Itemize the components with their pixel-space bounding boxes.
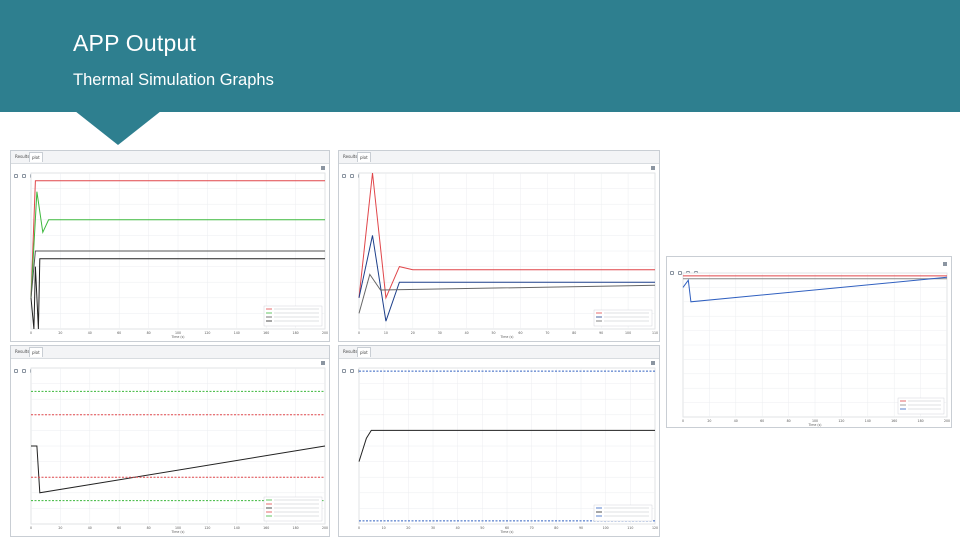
x-tick-label: 140: [234, 526, 240, 530]
chart-panel-bottom-left: Results plot 0 20 40 60 80 100 120 140 160 180 200…: [10, 345, 330, 537]
legend-box: [593, 504, 653, 522]
x-axis-label: Time (s): [500, 530, 514, 534]
x-tick-label: 0: [30, 526, 32, 530]
x-tick-label: 20: [406, 526, 410, 530]
x-tick-label: 140: [234, 331, 240, 335]
x-tick-label: 80: [147, 526, 151, 530]
x-tick-label: 40: [734, 419, 738, 423]
banner-pointer: [75, 111, 161, 145]
x-tick-label: 120: [652, 526, 658, 530]
chart-svg: 0 20 40 60 80 100 120 140 160 180 200Time (s): [30, 172, 328, 339]
chart-svg: 0 20 40 60 80 100 120 140 160 180 200Time (s): [30, 367, 328, 534]
x-tick-label: 200: [322, 331, 328, 335]
x-axis-label: Time (s): [808, 423, 822, 427]
x-tick-label: 110: [652, 331, 658, 335]
x-tick-label: 50: [492, 331, 496, 335]
header-banner: APP Output Thermal Simulation Graphs: [0, 0, 960, 112]
x-tick-label: 80: [572, 331, 576, 335]
x-axis-label: Time (s): [171, 530, 185, 534]
x-tick-label: 120: [204, 526, 210, 530]
chart-svg: 0 10 20 30 40 50 60 70 80 90 100 110 Time (s): [358, 172, 658, 339]
x-tick-label: 0: [682, 419, 684, 423]
x-tick-label: 160: [891, 419, 897, 423]
x-tick-label: 40: [88, 331, 92, 335]
x-tick-label: 30: [431, 526, 435, 530]
x-tick-label: 60: [117, 331, 121, 335]
x-tick-label: 100: [625, 331, 631, 335]
x-tick-label: 40: [456, 526, 460, 530]
x-tick-label: 90: [599, 331, 603, 335]
x-tick-label: 70: [530, 526, 534, 530]
x-tick-label: 180: [293, 526, 299, 530]
x-tick-label: 80: [787, 419, 791, 423]
x-tick-label: 40: [465, 331, 469, 335]
x-tick-label: 50: [480, 526, 484, 530]
x-tick-label: 180: [918, 419, 924, 423]
x-tick-label: 140: [865, 419, 871, 423]
x-tick-label: 160: [263, 526, 269, 530]
x-tick-label: 60: [760, 419, 764, 423]
x-tick-label: 60: [117, 526, 121, 530]
x-tick-label: 0: [358, 331, 360, 335]
x-tick-label: 20: [411, 331, 415, 335]
x-tick-label: 120: [838, 419, 844, 423]
x-tick-label: 70: [545, 331, 549, 335]
x-tick-label: 30: [438, 331, 442, 335]
x-tick-label: 200: [322, 526, 328, 530]
x-tick-label: 10: [384, 331, 388, 335]
legend-box: [897, 397, 945, 415]
x-tick-label: 40: [88, 526, 92, 530]
x-axis-label: Time (s): [500, 335, 514, 339]
x-tick-label: 180: [293, 331, 299, 335]
x-tick-label: 200: [944, 419, 950, 423]
legend-box: [263, 496, 323, 522]
x-tick-label: 20: [58, 526, 62, 530]
x-tick-label: 160: [263, 331, 269, 335]
x-tick-label: 20: [58, 331, 62, 335]
x-tick-label: 0: [30, 331, 32, 335]
legend-box: [593, 309, 653, 327]
x-tick-label: 20: [707, 419, 711, 423]
x-tick-label: 120: [204, 331, 210, 335]
x-axis-label: Time (s): [171, 335, 185, 339]
x-tick-label: 10: [382, 526, 386, 530]
page-subtitle: Thermal Simulation Graphs: [73, 71, 274, 89]
chart-panel-top-middle: Results plot 0 10 20 30 40 50 60 70 80 90 100 110 Ti…: [338, 150, 660, 342]
x-tick-label: 0: [358, 526, 360, 530]
chart-svg: 0 20 40 60 80 100 120 140 160 180 200Time (s): [682, 272, 950, 427]
x-tick-label: 80: [554, 526, 558, 530]
x-tick-label: 110: [627, 526, 633, 530]
chart-svg: 0 10 20 30 40 50 60 70 80 90 100 110 120Time (s): [358, 367, 658, 534]
chart-panel-bottom-middle: Results plot 0 10 20 30 40 50 60 70 80 90 100 110 12…: [338, 345, 660, 537]
x-tick-label: 100: [603, 526, 609, 530]
x-tick-label: 90: [579, 526, 583, 530]
x-tick-label: 80: [147, 331, 151, 335]
chart-panel-top-left: Results plot 0 20 40 60 80 100 120 140 160 180 200…: [10, 150, 330, 342]
page-title: APP Output: [73, 30, 197, 56]
x-tick-label: 60: [518, 331, 522, 335]
chart-panel-right: 0 20 40 60 80 100 120 140 160 180 200 Time (s): [666, 256, 952, 428]
